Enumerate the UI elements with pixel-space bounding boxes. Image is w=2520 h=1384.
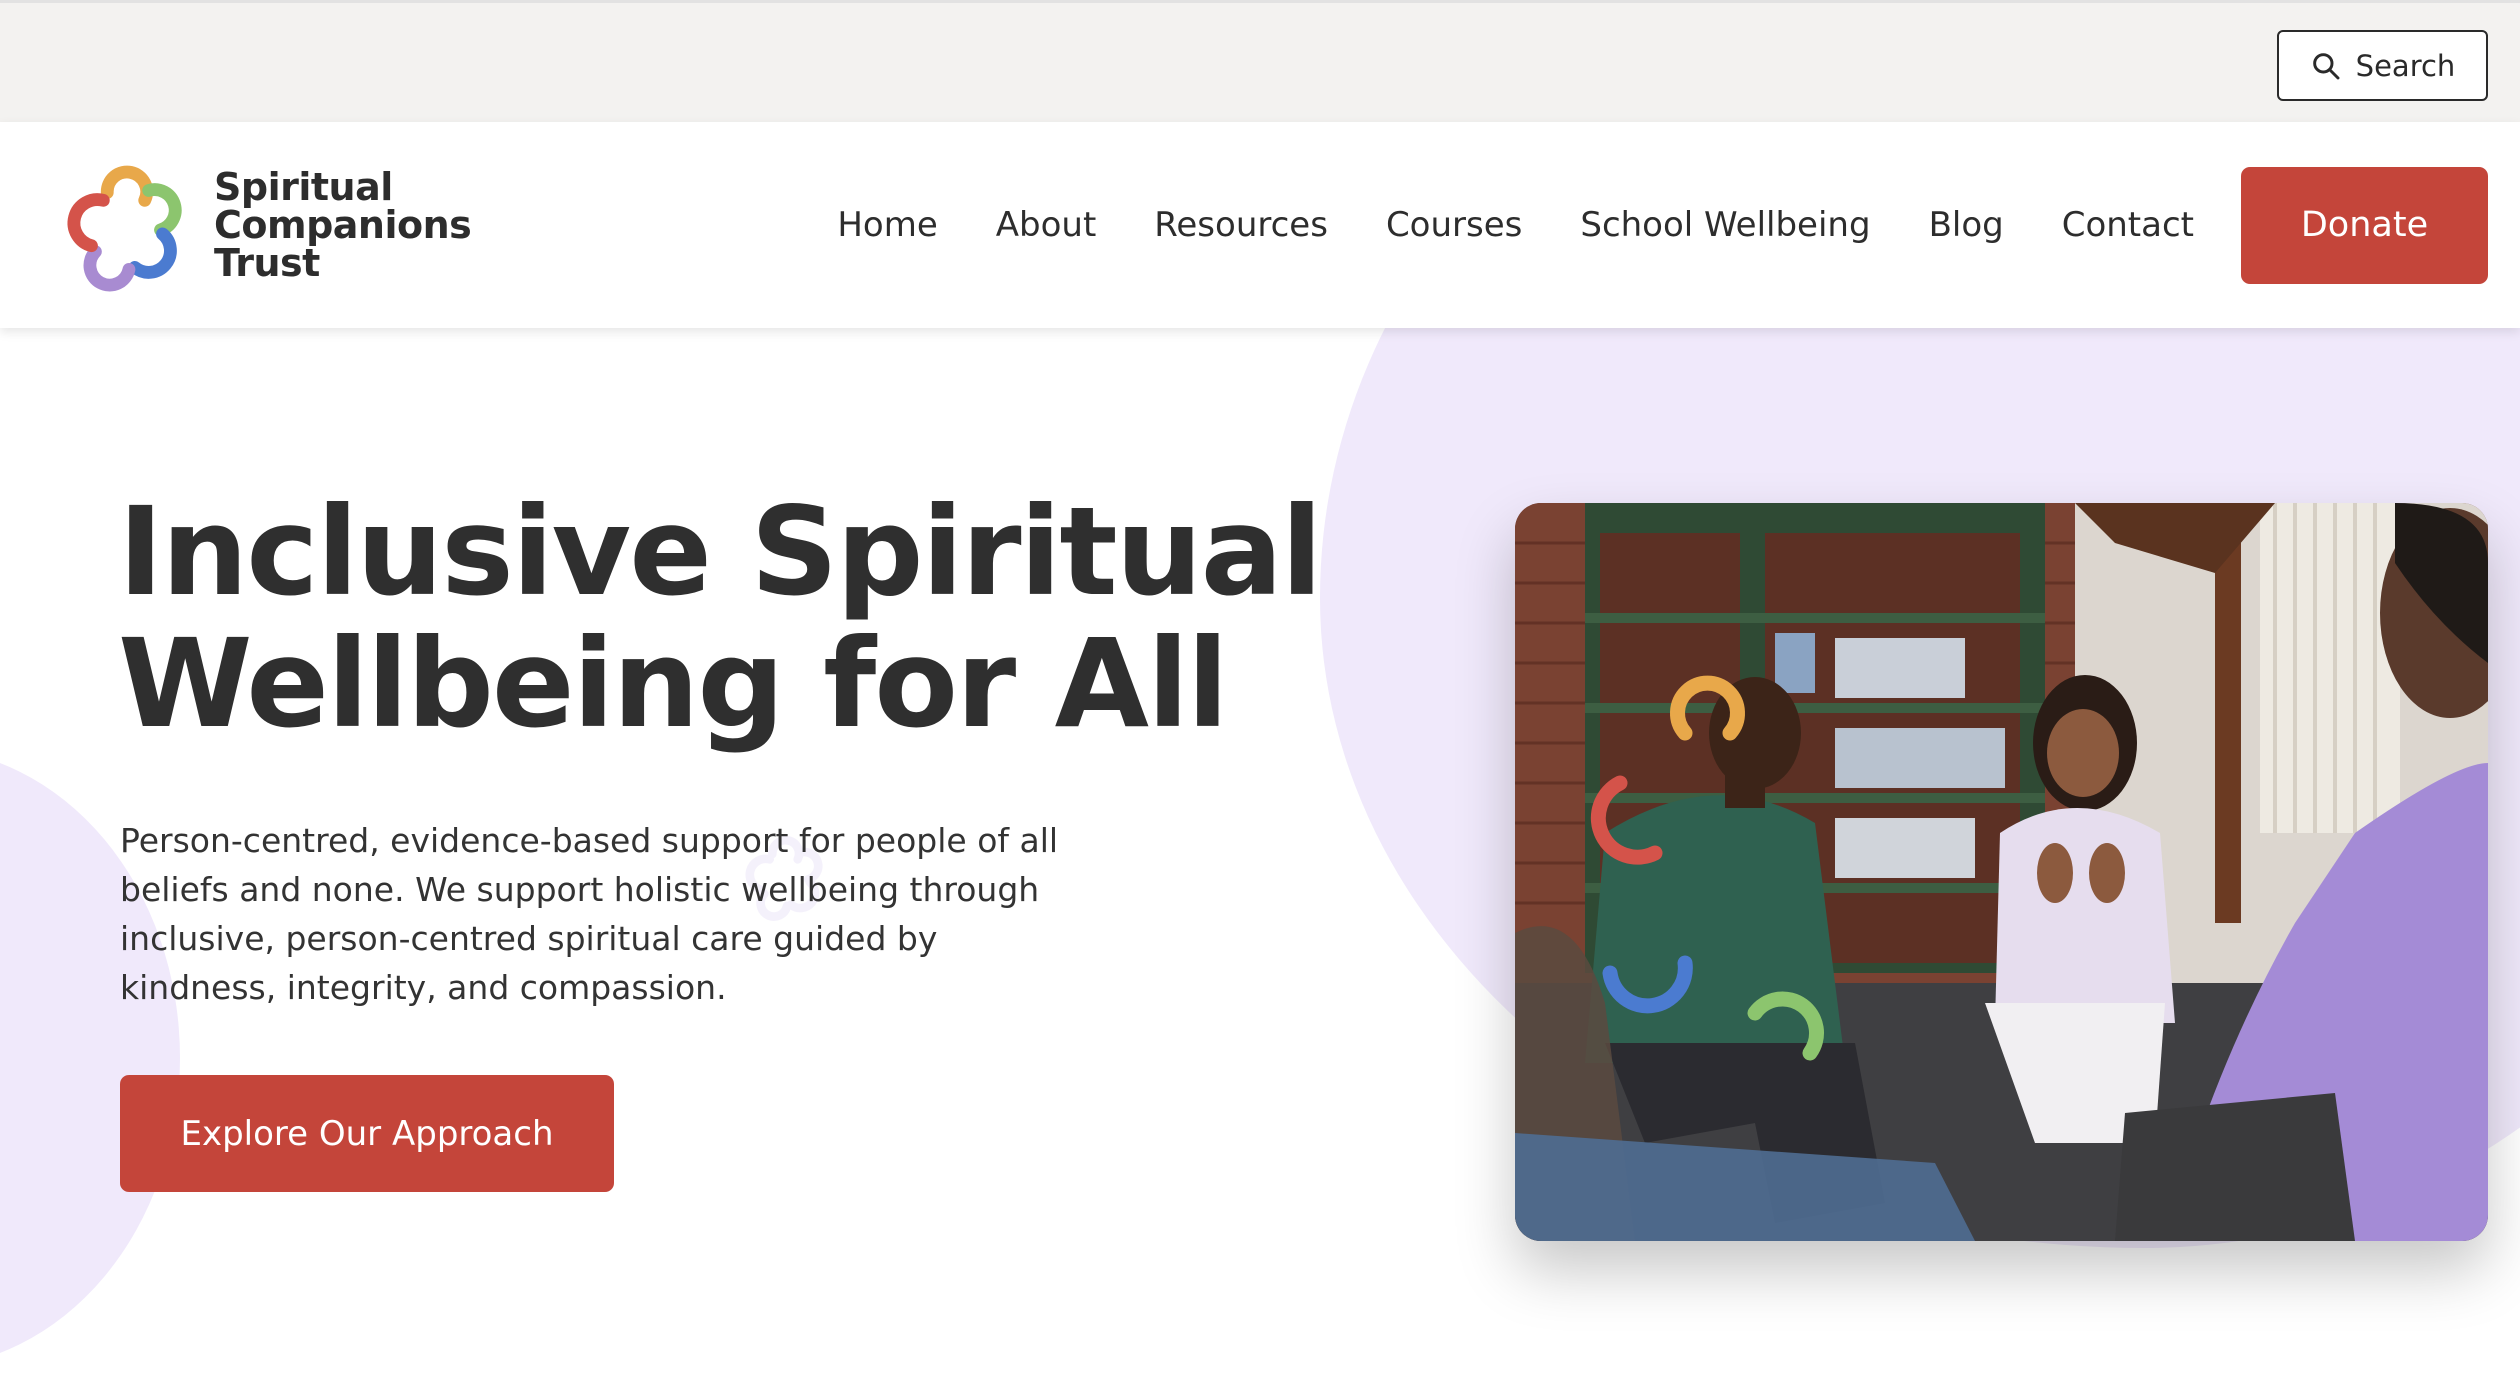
site-logo[interactable]: Spiritual Companions Trust — [52, 150, 472, 300]
hero-photo — [1515, 503, 2488, 1241]
brand-line-3: Trust — [214, 241, 320, 285]
brand-line-2: Companions — [214, 203, 472, 247]
donate-button[interactable]: Donate — [2241, 166, 2488, 284]
nav-item-courses[interactable]: Courses — [1386, 205, 1522, 245]
site-header: Spiritual Companions Trust Home About Re… — [0, 122, 2520, 328]
search-icon — [2312, 52, 2340, 79]
knot-logo-icon — [67, 165, 182, 292]
utility-bar: Search — [0, 0, 2520, 122]
hero-title-line-1: Inclusive Spiritual — [118, 481, 1323, 623]
search-button[interactable]: Search — [2277, 30, 2488, 101]
hero-title: Inclusive Spiritual Wellbeing for All — [118, 486, 1418, 750]
nav-item-contact[interactable]: Contact — [2062, 205, 2194, 245]
hero-description: Person-centred, evidence-based support f… — [120, 821, 1059, 1007]
page: Search Spiritual Companions Trust Home A… — [0, 0, 2520, 1384]
nav-item-blog[interactable]: Blog — [1929, 205, 2004, 245]
hero-section: Inclusive Spiritual Wellbeing for All Pe… — [0, 328, 2520, 1384]
explore-approach-button[interactable]: Explore Our Approach — [120, 1075, 614, 1192]
main-nav: Home About Resources Courses School Well… — [779, 122, 2520, 328]
nav-item-school-wellbeing[interactable]: School Wellbeing — [1580, 205, 1870, 245]
group-session-photo — [1515, 503, 2488, 1241]
nav-item-about[interactable]: About — [996, 205, 1097, 245]
search-label: Search — [2355, 48, 2456, 83]
brand-name: Spiritual Companions Trust — [214, 165, 472, 285]
nav-item-home[interactable]: Home — [837, 205, 937, 245]
hero-title-line-2: Wellbeing for All — [118, 613, 1229, 755]
nav-item-resources[interactable]: Resources — [1154, 205, 1328, 245]
brand-line-1: Spiritual — [214, 165, 393, 209]
